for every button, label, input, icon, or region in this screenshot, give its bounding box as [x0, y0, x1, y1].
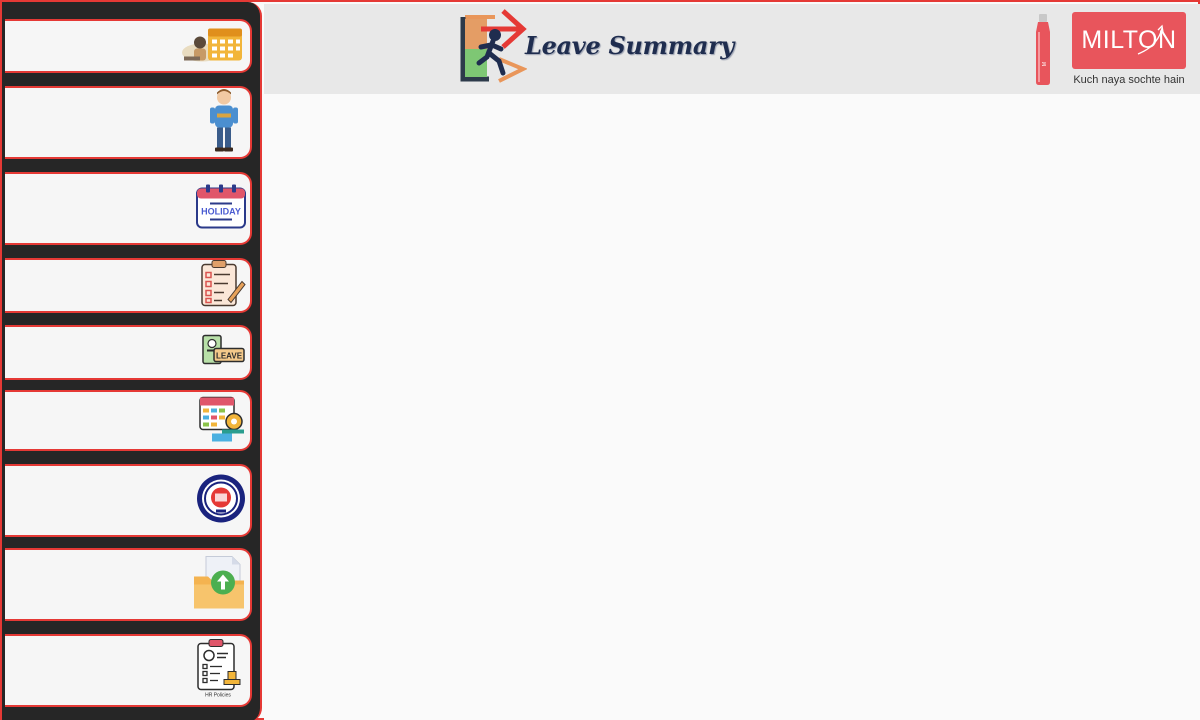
header-bar: Leave Summary M MILTON Kuch naya sochte …: [264, 4, 1200, 94]
sidebar-item-attendance-schedule[interactable]: [5, 390, 252, 451]
attendance-schedule-icon: [198, 393, 246, 448]
holiday-calendar-icon: HOLIDAY: [196, 184, 246, 233]
employee-profile-icon: [202, 87, 246, 158]
page-title-group: Leave Summary: [459, 9, 759, 89]
sidebar: HOLIDAY LEAVE HR Policies: [2, 2, 262, 720]
epfo-seal-icon: [196, 473, 246, 528]
sidebar-item-calendar-planner[interactable]: [5, 19, 252, 73]
app-frame: HOLIDAY LEAVE HR Policies Leave Summary …: [0, 0, 1200, 720]
holiday-icon-text: HOLIDAY: [201, 206, 241, 216]
hr-policies-icon-text: HR Policies: [205, 692, 231, 698]
page-title: Leave Summary: [525, 31, 735, 60]
sidebar-item-employee-profile[interactable]: [5, 86, 252, 159]
sidebar-item-upload-documents[interactable]: [5, 548, 252, 621]
hr-policies-icon: HR Policies: [194, 637, 246, 704]
upload-folder-icon: [192, 554, 246, 615]
calendar-planner-icon: [180, 23, 246, 70]
sidebar-item-hr-policies[interactable]: HR Policies: [5, 634, 252, 707]
main-content: [264, 94, 1200, 720]
checklist-clipboard-icon: [200, 259, 246, 312]
sidebar-item-checklist[interactable]: [5, 258, 252, 313]
sidebar-item-leave[interactable]: LEAVE: [5, 325, 252, 380]
sidebar-item-holiday[interactable]: HOLIDAY: [5, 172, 252, 245]
svg-text:M: M: [1042, 62, 1048, 66]
leave-icon-text: LEAVE: [216, 351, 243, 360]
brand-tagline: Kuch naya sochte hain: [1073, 74, 1185, 86]
water-bottle-icon: M: [1032, 14, 1054, 91]
brand-logo: MILTON Kuch naya sochte hain: [1070, 10, 1188, 92]
leave-id-card-icon: LEAVE: [202, 334, 246, 371]
sidebar-item-epfo[interactable]: [5, 464, 252, 537]
brand-badge: MILTON: [1072, 12, 1186, 69]
brand-swoosh-icon: [1137, 24, 1164, 55]
exit-run-icon: [459, 9, 528, 92]
